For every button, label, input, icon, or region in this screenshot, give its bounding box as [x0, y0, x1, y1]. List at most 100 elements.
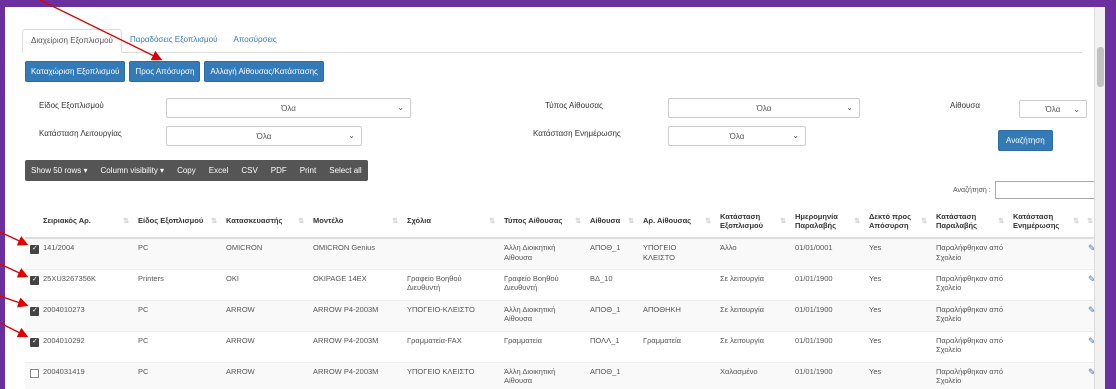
scrollbar-thumb[interactable] [1097, 47, 1104, 87]
column-header[interactable]: Κατασκευαστής ⇅ [221, 205, 308, 239]
cell-room-type: Άλλη Διοικητική Αίθουσα [499, 237, 585, 269]
cell-update [1008, 268, 1083, 300]
room-type-value: Όλα [756, 103, 772, 113]
sort-icon[interactable]: ⇅ [628, 218, 634, 227]
sort-icon[interactable]: ⇅ [1087, 218, 1093, 227]
change-room-status-button[interactable]: Αλλαγή Αίθουσας/Κατάστασης [204, 61, 324, 82]
cell-update [1008, 361, 1083, 389]
cell-date: 01/01/1900 [790, 268, 864, 300]
table-row[interactable]: 2004031419 PC ARROW ARROW P4-2003M ΥΠΟΓΕΙΟ Κ… [25, 361, 1097, 389]
csv-button[interactable]: CSV [241, 166, 257, 175]
column-header[interactable]: Τύπος Αίθουσας ⇅ [499, 205, 585, 239]
column-header[interactable]: Μοντέλο ⇅ [308, 205, 402, 239]
sort-icon[interactable]: ⇅ [123, 218, 129, 227]
column-header-label: Είδος Εξοπλισμού [138, 216, 204, 226]
cell-serial: 2004010292 [38, 330, 133, 362]
row-checkbox[interactable] [30, 275, 39, 285]
row-checkbox[interactable] [30, 337, 39, 347]
table-row[interactable]: 2004010273PCARROWARROW P4-2003MΥΠΟΓΕΙΟ-Κ… [25, 299, 1097, 331]
operation-status-select[interactable]: Όλα ⌄ [166, 126, 362, 146]
table-row[interactable]: 2004010292PCARROWARROW P4-2003MΓραμματεί… [25, 330, 1097, 362]
show-rows-button[interactable]: Show 50 rows ▾ [31, 166, 87, 175]
cell-room-no [638, 361, 715, 389]
cell-withdraw: Yes [864, 299, 931, 331]
equipment-table: Σειριακός Αρ. ⇅ Είδος Εξοπλισμού ⇅ Κατασκευα… [25, 205, 1097, 389]
update-status-value: Όλα [729, 131, 745, 141]
sort-icon[interactable]: ⇅ [921, 218, 927, 227]
sort-icon[interactable]: ⇅ [705, 218, 711, 227]
column-header[interactable]: Σειριακός Αρ. ⇅ [38, 205, 133, 239]
sort-icon[interactable]: ⇅ [854, 218, 860, 227]
column-header[interactable]: Αίθουσα ⇅ [585, 205, 638, 239]
room-label: Αίθουσα [950, 101, 980, 110]
cell-room-no: Γραμματεία [638, 330, 715, 362]
cell-model: ARROW P4-2003M [308, 361, 402, 389]
select-all-button[interactable]: Select all [329, 166, 361, 175]
datatable-toolbar: Show 50 rows ▾ Column visibility ▾ Copy … [25, 160, 368, 181]
sort-icon[interactable]: ⇅ [575, 218, 581, 227]
to-withdrawal-button[interactable]: Προς Απόσυρση [129, 61, 201, 82]
header-checkbox-col[interactable] [25, 205, 38, 239]
cell-comments [402, 237, 499, 269]
sort-icon[interactable]: ⇅ [211, 218, 217, 227]
cell-date: 01/01/1900 [790, 361, 864, 389]
excel-button[interactable]: Excel [209, 166, 229, 175]
column-header[interactable]: Κατάσταση Εξοπλισμού ⇅ [715, 205, 790, 239]
column-header[interactable]: Κατάσταση Παραλαβής ⇅ [931, 205, 1008, 239]
update-status-select[interactable]: Όλα ⌄ [668, 126, 806, 146]
table-body: 141/2004PCOMICRONOMICRON GeniusΆλλη Διοι… [25, 237, 1097, 389]
column-header[interactable]: Είδος Εξοπλισμού ⇅ [133, 205, 221, 239]
cell-status: Χαλασμένο [715, 361, 790, 389]
cell-room-type: Γραφείο Βοηθού Διευθυντή [499, 268, 585, 300]
search-button[interactable]: Αναζήτηση [998, 130, 1053, 151]
copy-button[interactable]: Copy [177, 166, 196, 175]
cell-type: Printers [133, 268, 221, 300]
column-header-label: Μοντέλο [313, 216, 344, 226]
cell-room-type: Γραμματεία [499, 330, 585, 362]
cell-room-no [638, 268, 715, 300]
sort-icon[interactable]: ⇅ [780, 218, 786, 227]
vertical-scrollbar[interactable] [1094, 7, 1105, 389]
tab-withdrawals[interactable]: Αποσύρσεις [225, 29, 284, 52]
cell-serial: 2004010273 [38, 299, 133, 331]
pdf-button[interactable]: PDF [271, 166, 287, 175]
cell-manufacturer: OKI [221, 268, 308, 300]
cell-comments: Γραμματεία-FAX [402, 330, 499, 362]
cell-update [1008, 299, 1083, 331]
column-visibility-button[interactable]: Column visibility ▾ [100, 166, 164, 175]
table-search-input[interactable] [995, 181, 1097, 199]
tab-equipment-management[interactable]: Διαχείριση Εξοπλισμού [22, 29, 122, 53]
register-equipment-button[interactable]: Καταχώριση Εξοπλισμού [25, 61, 126, 82]
room-select[interactable]: Όλα ⌄ [1019, 100, 1087, 118]
cell-serial: 2004031419 [38, 361, 133, 389]
cell-room-type: Άλλη Διοικητική Αίθουσα [499, 361, 585, 389]
sort-icon[interactable]: ⇅ [1073, 218, 1079, 227]
column-header[interactable]: Ημερομηνία Παραλαβής ⇅ [790, 205, 864, 239]
sort-icon[interactable]: ⇅ [392, 218, 398, 227]
cell-receipt: Παραλήφθηκαν από Σχολείο [931, 237, 1008, 269]
column-header[interactable]: Σχόλια ⇅ [402, 205, 499, 239]
tab-equipment-deliveries[interactable]: Παραδόσεις Εξοπλισμού [122, 29, 226, 52]
sort-icon[interactable]: ⇅ [489, 218, 495, 227]
cell-withdraw: Yes [864, 361, 931, 389]
chevron-down-icon: ⌄ [1073, 105, 1080, 114]
cell-room-type: Άλλη Διοικητική Αίθουσα [499, 299, 585, 331]
print-button[interactable]: Print [300, 166, 316, 175]
equipment-type-select[interactable]: Όλα ⌄ [166, 98, 411, 118]
row-checkbox[interactable] [30, 368, 39, 378]
row-checkbox[interactable] [30, 244, 39, 254]
room-type-select[interactable]: Όλα ⌄ [668, 98, 860, 118]
column-header[interactable]: Κατάσταση Ενημέρωσης ⇅ [1008, 205, 1083, 239]
column-header[interactable]: Δεκτό προς Απόσυρση ⇅ [864, 205, 931, 239]
cell-manufacturer: ARROW [221, 299, 308, 331]
row-select-cell [25, 237, 39, 269]
column-header[interactable]: Αρ. Αίθουσας ⇅ [638, 205, 715, 239]
table-row[interactable]: 25XU3267356KPrintersOKIOKIPAGE 14EXΓραφε… [25, 268, 1097, 300]
row-checkbox[interactable] [30, 306, 39, 316]
sort-icon[interactable]: ⇅ [298, 218, 304, 227]
table-row[interactable]: 141/2004PCOMICRONOMICRON Genius Άλλη Διοι… [25, 237, 1097, 269]
column-header-label: Σχόλια [407, 216, 431, 226]
operation-status-label: Κατάσταση Λειτουργίας [39, 129, 122, 138]
column-header-label: Κατάσταση Ενημέρωσης [1013, 211, 1060, 230]
sort-icon[interactable]: ⇅ [998, 218, 1004, 227]
